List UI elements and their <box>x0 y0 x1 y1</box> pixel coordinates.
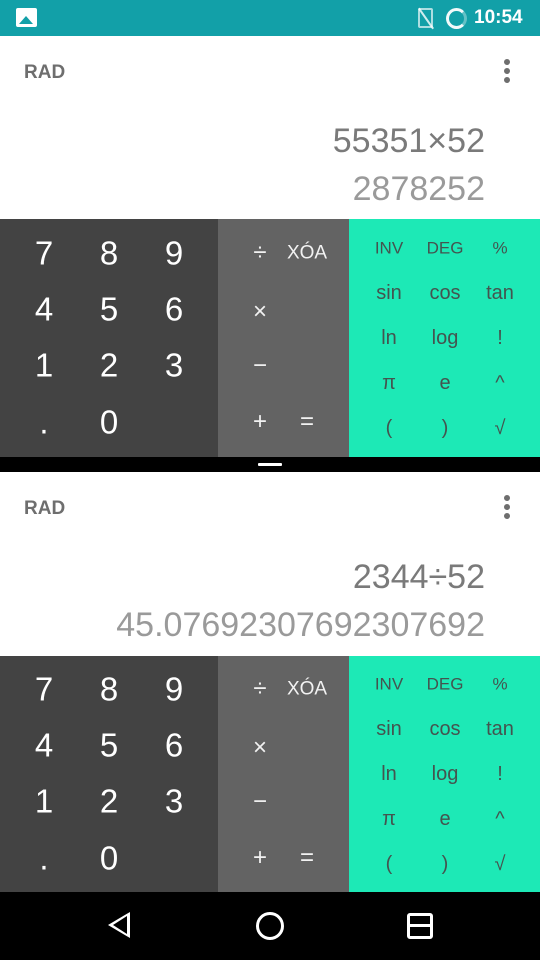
drag-handle-icon[interactable] <box>258 463 282 466</box>
key-cos[interactable]: cos <box>429 283 460 303</box>
key-multiply[interactable]: × <box>253 300 267 324</box>
key-factorial[interactable]: ! <box>497 328 503 348</box>
key-power[interactable]: ^ <box>495 373 504 393</box>
result: 45.07692307692307692 <box>116 606 485 644</box>
key-1[interactable]: 1 <box>35 349 53 382</box>
angle-mode-indicator: RAD <box>24 498 66 519</box>
key-5[interactable]: 5 <box>100 293 118 326</box>
key-6[interactable]: 6 <box>165 729 183 762</box>
gallery-icon <box>16 8 37 27</box>
clear-button[interactable]: XÓA <box>287 680 327 699</box>
key-sin[interactable]: sin <box>376 719 402 739</box>
key-e[interactable]: e <box>439 809 450 829</box>
key-9[interactable]: 9 <box>165 237 183 270</box>
navigation-bar <box>0 892 540 960</box>
key-divide[interactable]: ÷ <box>253 241 266 265</box>
key-sqrt[interactable]: √ <box>495 418 506 438</box>
key-2[interactable]: 2 <box>100 349 118 382</box>
key-close-paren[interactable]: ) <box>442 418 449 438</box>
key-9[interactable]: 9 <box>165 673 183 706</box>
digit-pad: 7 8 9 4 5 6 1 2 3 . 0 <box>0 219 218 457</box>
key-percent[interactable]: % <box>492 676 507 693</box>
sync-ring-icon <box>446 8 467 29</box>
key-5[interactable]: 5 <box>100 729 118 762</box>
key-subtract[interactable]: − <box>253 354 267 378</box>
key-decimal[interactable]: . <box>39 406 48 439</box>
keypad: 7 8 9 4 5 6 1 2 3 . 0 ÷ XÓA × − + = INV … <box>0 656 540 892</box>
key-deg[interactable]: DEG <box>427 676 464 693</box>
key-0[interactable]: 0 <box>100 842 118 875</box>
expression[interactable]: 55351×52 <box>333 122 485 161</box>
key-6[interactable]: 6 <box>165 293 183 326</box>
recents-icon[interactable] <box>407 913 433 939</box>
key-0[interactable]: 0 <box>100 406 118 439</box>
key-log[interactable]: log <box>432 764 459 784</box>
key-pi[interactable]: π <box>382 373 396 393</box>
display: RAD 2344÷52 45.07692307692307692 <box>0 472 540 656</box>
key-open-paren[interactable]: ( <box>386 854 393 874</box>
result: 2878252 <box>352 170 485 208</box>
advanced-pad: INV DEG % sin cos tan ln log ! π e ^ ( )… <box>349 656 540 892</box>
back-icon[interactable] <box>108 912 130 938</box>
key-equals[interactable]: = <box>300 410 314 434</box>
key-percent[interactable]: % <box>492 240 507 257</box>
key-factorial[interactable]: ! <box>497 764 503 784</box>
key-8[interactable]: 8 <box>100 673 118 706</box>
key-8[interactable]: 8 <box>100 237 118 270</box>
key-4[interactable]: 4 <box>35 729 53 762</box>
key-decimal[interactable]: . <box>39 842 48 875</box>
more-options-icon[interactable] <box>498 494 516 522</box>
more-options-icon[interactable] <box>498 58 516 86</box>
digit-pad: 7 8 9 4 5 6 1 2 3 . 0 <box>0 656 218 892</box>
calculator-top: RAD 55351×52 2878252 7 8 9 4 5 6 1 2 3 .… <box>0 36 540 457</box>
key-tan[interactable]: tan <box>486 283 514 303</box>
key-subtract[interactable]: − <box>253 790 267 814</box>
key-sin[interactable]: sin <box>376 283 402 303</box>
operator-pad: ÷ XÓA × − + = <box>218 219 349 457</box>
status-time: 10:54 <box>474 7 523 28</box>
key-open-paren[interactable]: ( <box>386 418 393 438</box>
key-pi[interactable]: π <box>382 809 396 829</box>
key-add[interactable]: + <box>253 846 267 870</box>
key-inv[interactable]: INV <box>375 240 403 257</box>
key-log[interactable]: log <box>432 328 459 348</box>
key-deg[interactable]: DEG <box>427 240 464 257</box>
no-sim-icon <box>418 8 433 28</box>
key-inv[interactable]: INV <box>375 676 403 693</box>
key-7[interactable]: 7 <box>35 673 53 706</box>
status-bar: 10:54 <box>0 0 540 36</box>
display: RAD 55351×52 2878252 <box>0 36 540 219</box>
calculator-bottom: RAD 2344÷52 45.07692307692307692 7 8 9 4… <box>0 472 540 892</box>
key-1[interactable]: 1 <box>35 785 53 818</box>
key-add[interactable]: + <box>253 410 267 434</box>
key-equals[interactable]: = <box>300 846 314 870</box>
key-close-paren[interactable]: ) <box>442 854 449 874</box>
home-icon[interactable] <box>256 912 284 940</box>
key-2[interactable]: 2 <box>100 785 118 818</box>
split-screen-divider[interactable] <box>0 457 540 472</box>
key-ln[interactable]: ln <box>381 764 397 784</box>
key-cos[interactable]: cos <box>429 719 460 739</box>
key-ln[interactable]: ln <box>381 328 397 348</box>
key-7[interactable]: 7 <box>35 237 53 270</box>
clear-button[interactable]: XÓA <box>287 244 327 263</box>
key-divide[interactable]: ÷ <box>253 677 266 701</box>
key-tan[interactable]: tan <box>486 719 514 739</box>
key-3[interactable]: 3 <box>165 785 183 818</box>
key-e[interactable]: e <box>439 373 450 393</box>
key-4[interactable]: 4 <box>35 293 53 326</box>
key-power[interactable]: ^ <box>495 809 504 829</box>
key-sqrt[interactable]: √ <box>495 854 506 874</box>
expression[interactable]: 2344÷52 <box>353 558 485 597</box>
angle-mode-indicator: RAD <box>24 62 66 83</box>
key-multiply[interactable]: × <box>253 736 267 760</box>
keypad: 7 8 9 4 5 6 1 2 3 . 0 ÷ XÓA × − + = INV … <box>0 219 540 457</box>
advanced-pad: INV DEG % sin cos tan ln log ! π e ^ ( )… <box>349 219 540 457</box>
key-3[interactable]: 3 <box>165 349 183 382</box>
operator-pad: ÷ XÓA × − + = <box>218 656 349 892</box>
